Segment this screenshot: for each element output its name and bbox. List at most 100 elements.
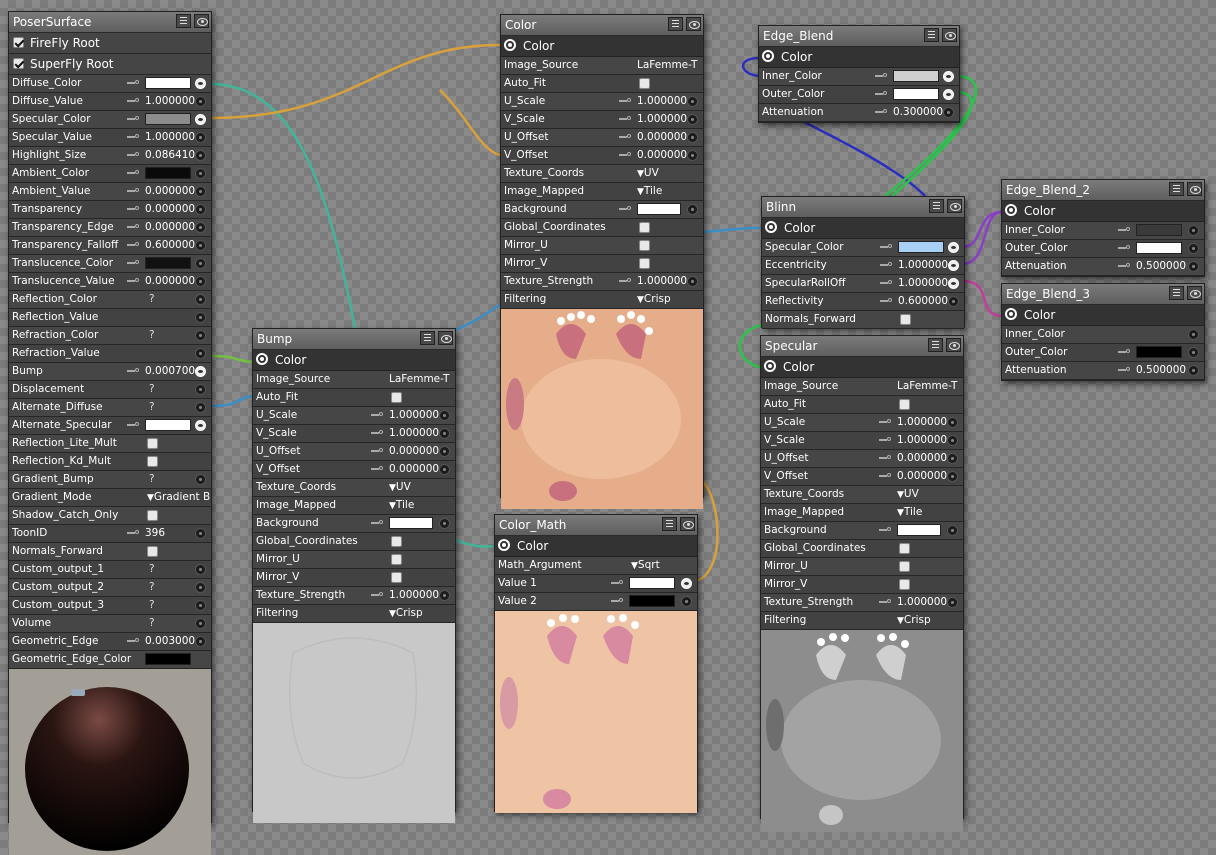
eye-icon[interactable] (438, 331, 453, 345)
key-icon[interactable] (371, 412, 383, 416)
param-row-v-offset[interactable]: V_Offset 0.000000 (501, 147, 703, 165)
param-row-u-scale[interactable]: U_Scale 1.000000 (761, 414, 963, 432)
param-row-global-coordinates[interactable]: Global_Coordinates (761, 540, 963, 558)
input-socket[interactable] (195, 132, 206, 143)
param-row-texture-coords[interactable]: Texture_Coords ▼UV (501, 165, 703, 183)
param-row-gradient-bump[interactable]: Gradient_Bump? (9, 471, 211, 489)
color-swatch[interactable] (637, 203, 681, 215)
node-output-row[interactable]: Color (759, 47, 959, 68)
eye-icon[interactable] (686, 17, 701, 31)
color-swatch[interactable] (145, 419, 191, 431)
key-icon[interactable] (371, 448, 383, 452)
input-socket[interactable] (195, 168, 206, 179)
eye-icon[interactable] (680, 517, 695, 531)
param-row-bump[interactable]: Bump 0.000700 (9, 363, 211, 381)
key-icon[interactable] (879, 473, 891, 477)
param-checkbox[interactable] (899, 579, 910, 590)
input-socket[interactable] (687, 114, 698, 125)
param-value-field[interactable]: 0.000000 (145, 203, 195, 215)
param-row-diffuse-value[interactable]: Diffuse_Value 1.000000 (9, 93, 211, 111)
param-row-reflection-lite-mult[interactable]: Reflection_Lite_Mult (9, 435, 211, 453)
param-row-filtering[interactable]: Filtering ▼Crisp (253, 605, 455, 623)
param-row-texture-strength[interactable]: Texture_Strength 1.000000 (761, 594, 963, 612)
param-row-u-offset[interactable]: U_Offset 0.000000 (501, 129, 703, 147)
node-title-bar[interactable]: Blinn (762, 197, 964, 218)
param-row-v-scale[interactable]: V_Scale 1.000000 (761, 432, 963, 450)
param-value-field[interactable]: 0.500000 (1136, 260, 1186, 272)
color-swatch[interactable] (145, 653, 191, 665)
param-row-inner-color[interactable]: Inner_Color (759, 68, 959, 86)
param-row-displacement[interactable]: Displacement? (9, 381, 211, 399)
edge-blend-2-node[interactable]: Edge_Blend_2 Color Inner_Color Outer_Colo… (1001, 179, 1205, 277)
param-row-reflection-value[interactable]: Reflection_Value (9, 309, 211, 327)
connected-input-socket[interactable] (948, 278, 959, 289)
node-output-row[interactable]: Color (253, 350, 455, 371)
input-socket[interactable] (195, 330, 206, 341)
node-menu-icon[interactable] (1169, 182, 1184, 196)
key-icon[interactable] (127, 530, 139, 534)
param-value-field[interactable]: 1.000000 (637, 113, 687, 125)
param-row-image-mapped[interactable]: Image_Mapped ▼Tile (501, 183, 703, 201)
param-row-translucence-value[interactable]: Translucence_Value 0.000000 (9, 273, 211, 291)
input-socket[interactable] (195, 222, 206, 233)
connected-input-socket[interactable] (681, 578, 692, 589)
color-node[interactable]: Color Color Image_Source LaFemme-T Auto_Fi… (500, 14, 704, 509)
param-row-background[interactable]: Background (253, 515, 455, 533)
input-socket[interactable] (195, 258, 206, 269)
param-row-texture-coords[interactable]: Texture_Coords ▼UV (253, 479, 455, 497)
param-value-field[interactable]: 1.000000 (637, 95, 687, 107)
param-value-field[interactable]: 1.000000 (897, 596, 947, 608)
param-row-texture-strength[interactable]: Texture_Strength 1.000000 (253, 587, 455, 605)
input-socket[interactable] (947, 435, 958, 446)
key-icon[interactable] (127, 242, 139, 246)
param-row-gradient-mode[interactable]: Gradient_Mode ▼Gradient B (9, 489, 211, 507)
param-row-toonid[interactable]: ToonID 396 (9, 525, 211, 543)
key-icon[interactable] (619, 98, 631, 102)
param-row-u-scale[interactable]: U_Scale 1.000000 (253, 407, 455, 425)
param-row-filtering[interactable]: Filtering ▼Crisp (501, 291, 703, 309)
input-socket[interactable] (195, 312, 206, 323)
param-value-field[interactable]: 1.000000 (389, 427, 439, 439)
param-dropdown[interactable]: ▼Tile (897, 506, 922, 518)
param-value-field[interactable]: 0.000000 (145, 275, 195, 287)
param-row-image-source[interactable]: Image_Source LaFemme-T (253, 371, 455, 389)
key-icon[interactable] (611, 598, 623, 602)
param-row-normals-forward[interactable]: Normals_Forward (762, 311, 964, 329)
param-row-alternate-specular[interactable]: Alternate_Specular (9, 417, 211, 435)
connected-input-socket[interactable] (195, 114, 206, 125)
param-value-field[interactable]: 396 (145, 527, 165, 539)
param-row-transparency-falloff[interactable]: Transparency_Falloff 0.600000 (9, 237, 211, 255)
node-output-row[interactable]: Color (495, 536, 697, 557)
param-row-outer-color[interactable]: Outer_Color (759, 86, 959, 104)
key-icon[interactable] (619, 152, 631, 156)
input-socket[interactable] (195, 636, 206, 647)
firefly-root-checkbox[interactable] (13, 37, 24, 48)
param-row-mirror-u[interactable]: Mirror_U (761, 558, 963, 576)
param-dropdown[interactable]: ▼Tile (637, 185, 662, 197)
param-dropdown[interactable]: ▼UV (389, 481, 411, 493)
edge-blend-node[interactable]: Edge_Blend Color Inner_Color Outer_Color A… (758, 25, 960, 123)
key-icon[interactable] (127, 134, 139, 138)
key-icon[interactable] (1118, 227, 1130, 231)
param-row-translucence-color[interactable]: Translucence_Color (9, 255, 211, 273)
key-icon[interactable] (127, 206, 139, 210)
key-icon[interactable] (127, 170, 139, 174)
param-checkbox[interactable] (147, 456, 158, 467)
param-row-auto-fit[interactable]: Auto_Fit (253, 389, 455, 407)
param-row-highlight-size[interactable]: Highlight_Size 0.086410 (9, 147, 211, 165)
param-value-field[interactable]: 1.000000 (389, 589, 439, 601)
key-icon[interactable] (371, 466, 383, 470)
connected-input-socket[interactable] (948, 242, 959, 253)
output-socket-icon[interactable] (256, 353, 268, 365)
output-socket-icon[interactable] (765, 221, 777, 233)
color-swatch[interactable] (1136, 224, 1182, 236)
key-icon[interactable] (127, 638, 139, 642)
node-output-row[interactable]: Color (761, 357, 963, 378)
param-checkbox[interactable] (639, 258, 650, 269)
connected-input-socket[interactable] (943, 71, 954, 82)
param-value-field[interactable]: 0.000000 (897, 452, 947, 464)
key-icon[interactable] (127, 98, 139, 102)
param-row-mirror-v[interactable]: Mirror_V (253, 569, 455, 587)
param-dropdown[interactable]: ▼Gradient B (147, 491, 210, 503)
param-value-field[interactable]: 0.600000 (145, 239, 195, 251)
